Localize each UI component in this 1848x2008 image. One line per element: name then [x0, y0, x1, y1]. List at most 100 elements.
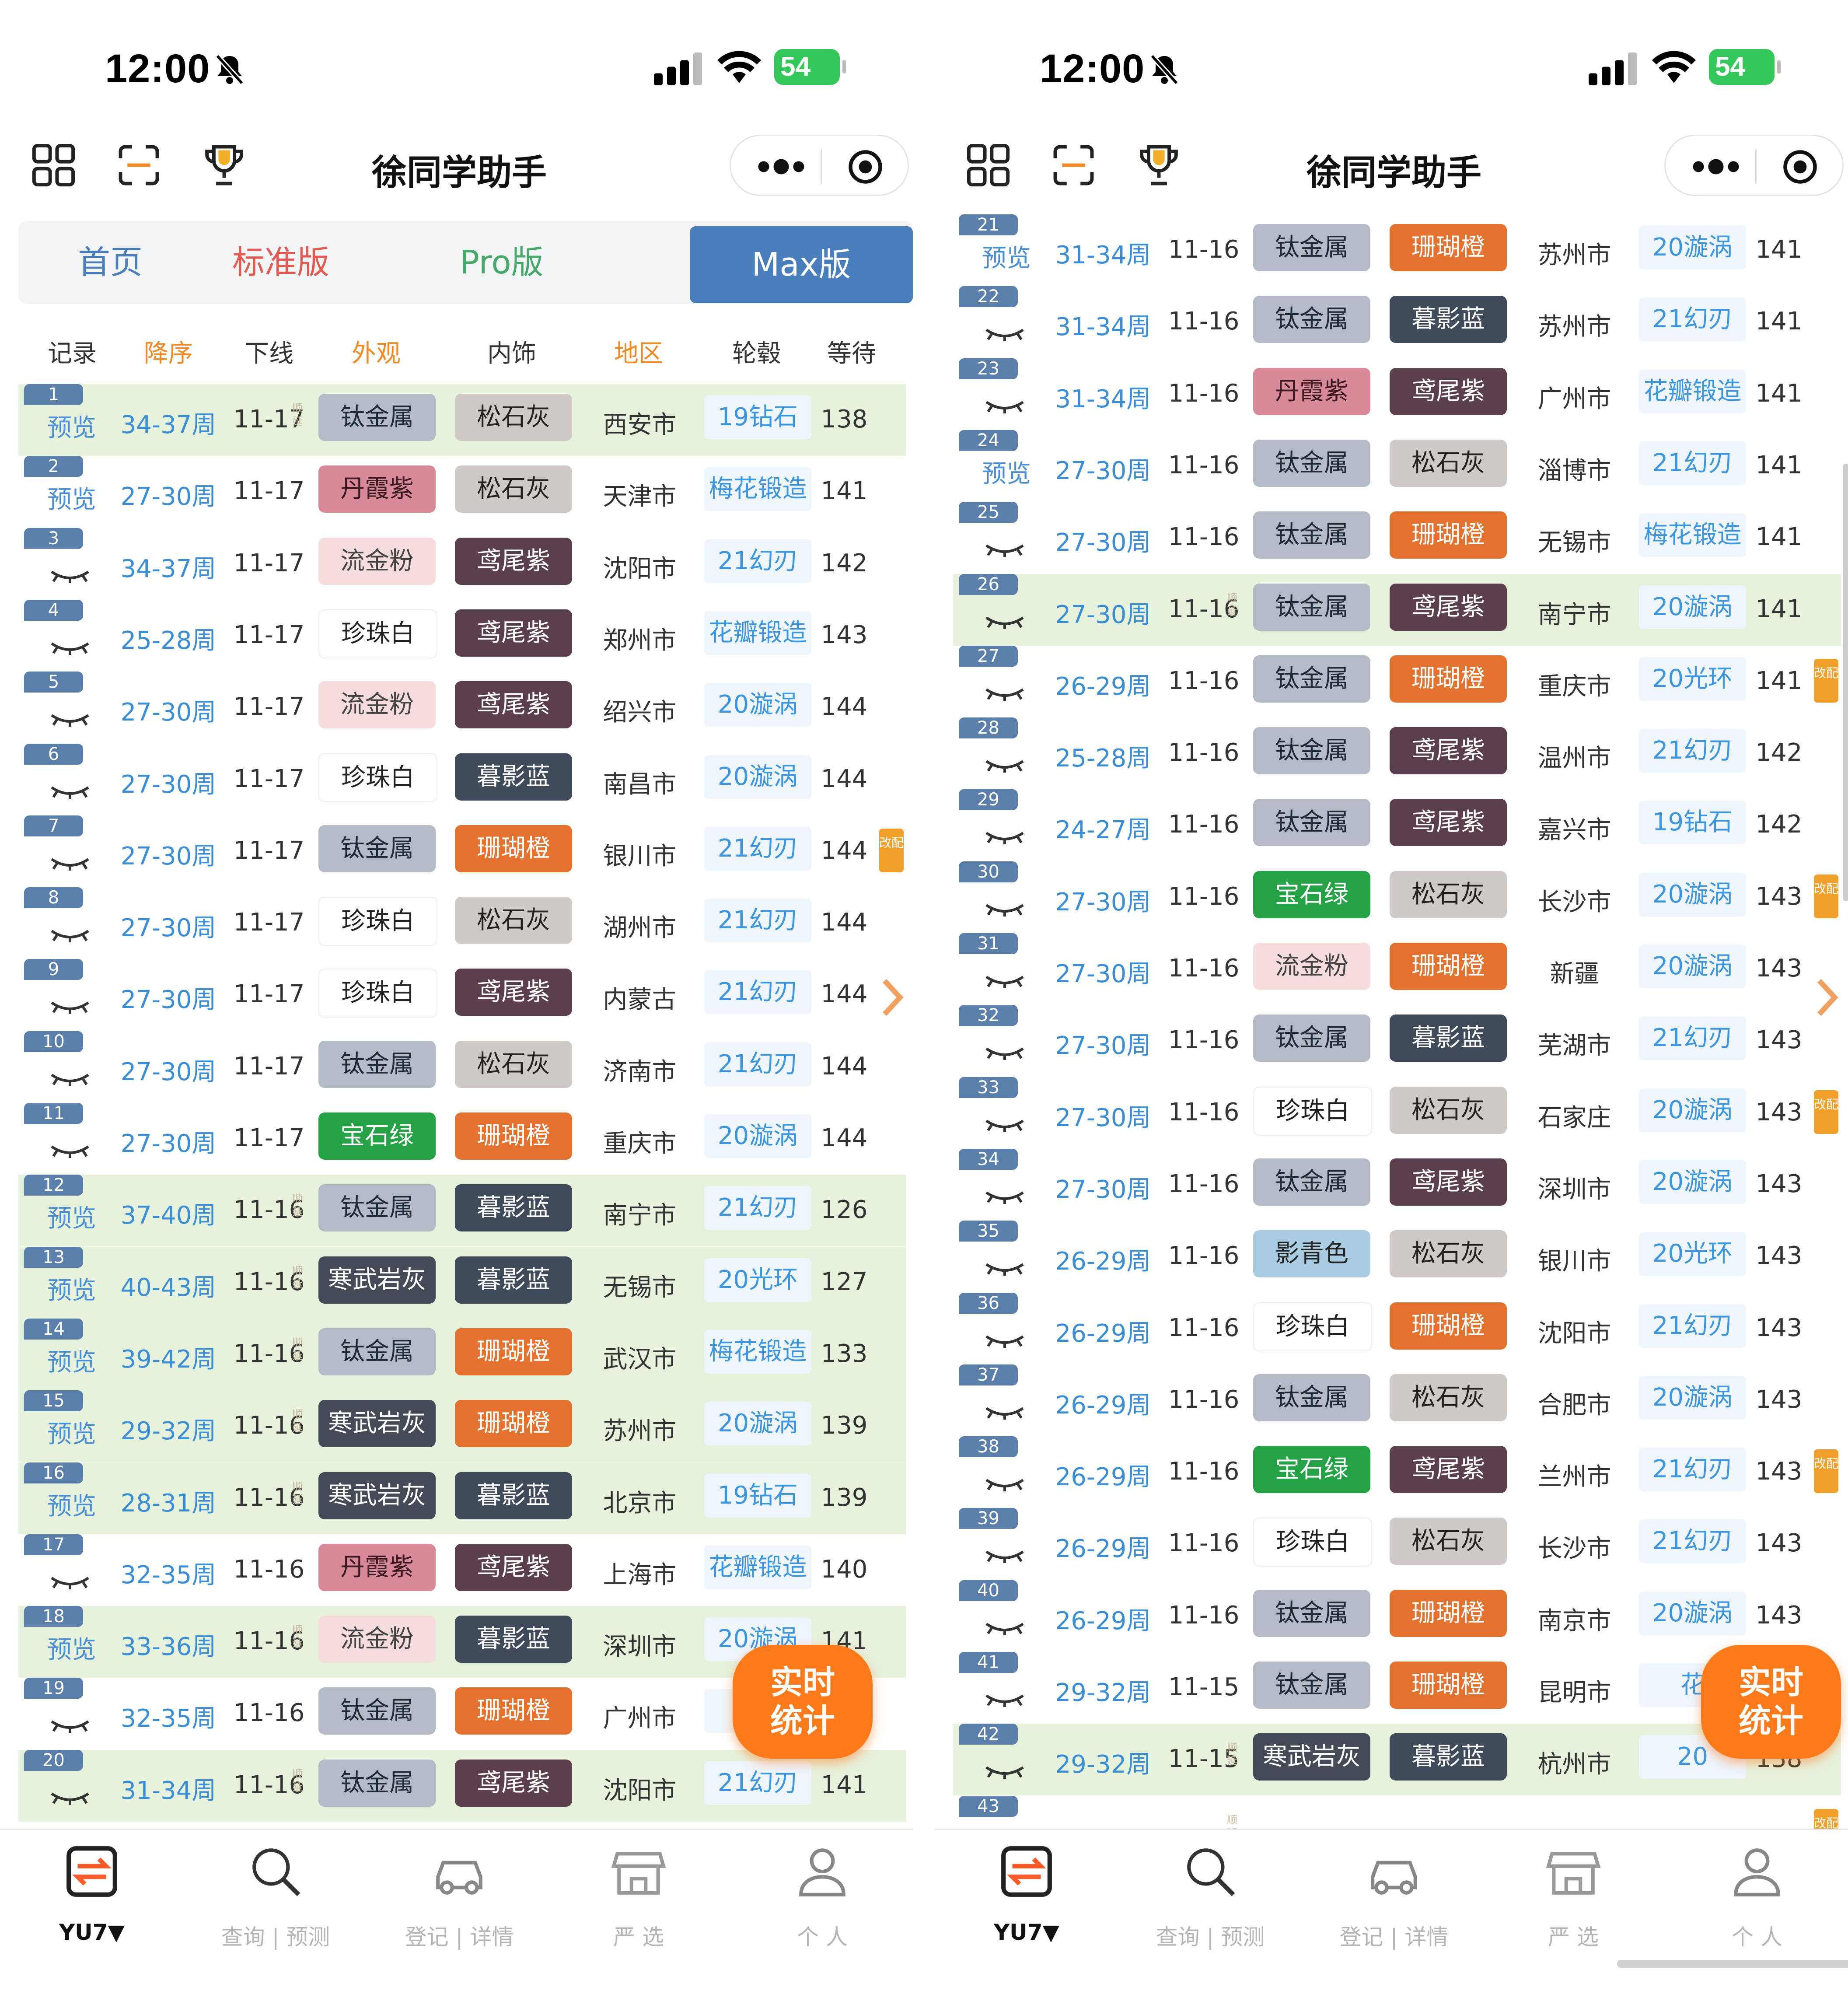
table-row[interactable]: 27 26-29周 11-16 钛金属 珊瑚橙 重庆市 20光环 141 改配: [935, 645, 1848, 717]
closed-eye-icon[interactable]: [983, 325, 1027, 342]
closed-eye-icon[interactable]: [983, 1187, 1027, 1205]
tabbar-item-car[interactable]: 登记 | 详情: [398, 1843, 521, 1987]
header-sort-desc[interactable]: 降序: [136, 334, 201, 369]
header-exterior[interactable]: 外观: [343, 334, 409, 369]
table-row[interactable]: 13 预览 40-43周 11-16 顺延 寒武岩灰 暮影蓝 无锡市 20光环 127: [0, 1246, 913, 1319]
table-row[interactable]: 26 27-30周 11-16 顺延 钛金属 鸢尾紫 南宁市 20漩涡 141: [935, 574, 1848, 646]
closed-eye-icon[interactable]: [48, 567, 92, 584]
table-row[interactable]: 8 27-30周 11-17 珍珠白 松石灰 湖州市 21幻刃 144: [0, 887, 913, 959]
preview-link[interactable]: 预览: [47, 1199, 96, 1234]
table-row[interactable]: 25 27-30周 11-16 钛金属 珊瑚橙 无锡市 梅花锻造 141: [935, 502, 1848, 574]
table-row[interactable]: 17 32-35周 11-16 丹霞紫 鸢尾紫 上海市 花瓣锻造 140: [0, 1534, 913, 1606]
closed-eye-icon[interactable]: [48, 1573, 92, 1590]
header-wait[interactable]: 等待: [819, 334, 884, 369]
table-row[interactable]: 31 27-30周 11-16 流金粉 珊瑚橙 新疆 20漩涡 143: [935, 933, 1848, 1005]
closed-eye-icon[interactable]: [983, 612, 1027, 630]
closed-eye-icon[interactable]: [48, 638, 92, 656]
table-row[interactable]: 2 预览 27-30周 11-17 丹霞紫 松石灰 天津市 梅花锻造 141: [0, 456, 913, 528]
tabbar-item-swap[interactable]: YU7▼: [31, 1843, 153, 1987]
closed-eye-icon[interactable]: [983, 828, 1027, 845]
realtime-stats-button[interactable]: 实时 统计: [1701, 1645, 1841, 1759]
table-row[interactable]: 24 预览 27-30周 11-16 钛金属 松石灰 淄博市 21幻刃 141: [935, 430, 1848, 502]
tabbar-item-swap[interactable]: YU7▼: [965, 1843, 1088, 1987]
closed-eye-icon[interactable]: [48, 710, 92, 728]
table-row[interactable]: 6 27-30周 11-17 珍珠白 暮影蓝 南昌市 20漩涡 144: [0, 743, 913, 815]
table-row[interactable]: 28 25-28周 11-16 钛金属 鸢尾紫 温州市 21幻刃 142: [935, 717, 1848, 789]
scrollbar[interactable]: [1843, 464, 1848, 901]
chevron-right-icon[interactable]: [879, 976, 905, 1019]
tabbar-item-store[interactable]: 严 选: [1512, 1843, 1635, 1987]
grid-icon[interactable]: [31, 142, 77, 188]
table-row[interactable]: 12 预览 37-40周 11-16 顺延 钛金属 暮影蓝 南宁市 21幻刃 126: [0, 1175, 913, 1247]
closed-eye-icon[interactable]: [48, 1716, 92, 1734]
header-region[interactable]: 地区: [606, 334, 671, 369]
table-row[interactable]: 1 预览 34-37周 11-17 顺延 钛金属 松石灰 西安市 19钻石 138: [0, 384, 913, 456]
trophy-icon[interactable]: [1136, 142, 1182, 188]
closed-eye-icon[interactable]: [983, 1043, 1027, 1061]
table-row[interactable]: 20 31-34周 11-16 顺延 钛金属 鸢尾紫 沈阳市 21幻刃 141: [0, 1749, 913, 1822]
closed-eye-icon[interactable]: [983, 540, 1027, 558]
closed-eye-icon[interactable]: [48, 926, 92, 943]
table-row[interactable]: 39 26-29周 11-16 珍珠白 松石灰 长沙市 21幻刃 143: [935, 1508, 1848, 1580]
scan-icon[interactable]: [116, 142, 162, 188]
preview-link[interactable]: 预览: [47, 1343, 96, 1378]
trophy-icon[interactable]: [201, 142, 247, 188]
table-row[interactable]: 15 预览 29-32周 11-16 顺延 寒武岩灰 珊瑚橙 苏州市 20漩涡 139: [0, 1390, 913, 1462]
scan-icon[interactable]: [1051, 142, 1097, 188]
table-row[interactable]: 40 26-29周 11-16 钛金属 珊瑚橙 南京市 20漩涡 143: [935, 1580, 1848, 1652]
table-row[interactable]: 14 预览 39-42周 11-16 顺延 钛金属 珊瑚橙 武汉市 梅花锻造 133: [0, 1318, 913, 1390]
chevron-right-icon[interactable]: [1814, 976, 1840, 1019]
closed-eye-icon[interactable]: [983, 1331, 1027, 1349]
header-wheel[interactable]: 轮毂: [724, 334, 790, 369]
tab-standard[interactable]: 标准版: [189, 221, 373, 304]
tabbar-item-search[interactable]: 查询 | 预测: [214, 1843, 337, 1987]
closed-eye-icon[interactable]: [983, 1619, 1027, 1636]
closed-eye-icon[interactable]: [983, 397, 1027, 414]
table-row[interactable]: 35 26-29周 11-16 影青色 松石灰 银川市 20光环 143: [935, 1221, 1848, 1292]
closed-eye-icon[interactable]: [983, 972, 1027, 989]
table-row[interactable]: 21 预览 31-34周 11-16 钛金属 珊瑚橙 苏州市 20漩涡 141: [935, 214, 1848, 286]
preview-link[interactable]: 预览: [47, 1414, 96, 1450]
header-offline[interactable]: 下线: [236, 334, 302, 369]
table-row[interactable]: 4 25-28周 11-17 珍珠白 鸢尾紫 郑州市 花瓣锻造 143: [0, 599, 913, 672]
closed-eye-icon[interactable]: [48, 782, 92, 800]
header-record[interactable]: 记录: [39, 334, 105, 369]
table-row[interactable]: 36 26-29周 11-16 珍珠白 珊瑚橙 沈阳市 21幻刃 143: [935, 1292, 1848, 1364]
tab-max[interactable]: Max版: [690, 226, 913, 303]
closed-eye-icon[interactable]: [983, 1259, 1027, 1277]
table-row[interactable]: 16 预览 28-31周 11-16 顺延 寒武岩灰 暮影蓝 北京市 19钻石 139: [0, 1462, 913, 1534]
closed-eye-icon[interactable]: [48, 997, 92, 1015]
closed-eye-icon[interactable]: [983, 1762, 1027, 1780]
preview-link[interactable]: 预览: [47, 1487, 96, 1522]
closed-eye-icon[interactable]: [983, 900, 1027, 917]
closed-eye-icon[interactable]: [983, 1546, 1027, 1564]
table-row[interactable]: 5 27-30周 11-17 流金粉 鸢尾紫 绍兴市 20漩涡 144: [0, 672, 913, 743]
preview-link[interactable]: 预览: [47, 480, 96, 515]
closed-eye-icon[interactable]: [983, 684, 1027, 702]
closed-eye-icon[interactable]: [983, 1116, 1027, 1133]
close-target-icon[interactable]: [847, 148, 884, 185]
table-row[interactable]: 34 27-30周 11-16 钛金属 鸢尾紫 深圳市 20漩涡 143: [935, 1148, 1848, 1221]
preview-link[interactable]: 预览: [47, 1630, 96, 1665]
grid-icon[interactable]: [965, 142, 1011, 188]
table-row[interactable]: 7 27-30周 11-17 钛金属 珊瑚橙 银川市 21幻刃 144 改配: [0, 815, 913, 887]
table-row[interactable]: 11 27-30周 11-17 宝石绿 珊瑚橙 重庆市 20漩涡 144: [0, 1103, 913, 1175]
tab-home[interactable]: 首页: [18, 221, 202, 304]
closed-eye-icon[interactable]: [48, 1788, 92, 1806]
table-row[interactable]: 38 26-29周 11-16 宝石绿 鸢尾紫 兰州市 21幻刃 143 改配: [935, 1436, 1848, 1508]
close-target-icon[interactable]: [1782, 148, 1819, 185]
table-row[interactable]: 37 26-29周 11-16 钛金属 松石灰 合肥市 20漩涡 143: [935, 1364, 1848, 1436]
preview-link[interactable]: 预览: [47, 408, 96, 444]
tabbar-item-store[interactable]: 严 选: [577, 1843, 700, 1987]
more-icon[interactable]: [1692, 151, 1740, 182]
preview-link[interactable]: 预览: [982, 454, 1031, 490]
closed-eye-icon[interactable]: [48, 854, 92, 871]
realtime-stats-button[interactable]: 实时 统计: [733, 1645, 873, 1759]
table-row[interactable]: 33 27-30周 11-16 珍珠白 松石灰 石家庄 20漩涡 143 改配: [935, 1077, 1848, 1149]
table-row[interactable]: 9 27-30周 11-17 珍珠白 鸢尾紫 内蒙古 21幻刃 144: [0, 959, 913, 1031]
table-row[interactable]: 3 34-37周 11-17 流金粉 鸢尾紫 沈阳市 21幻刃 142: [0, 528, 913, 600]
table-row[interactable]: 22 31-34周 11-16 钛金属 暮影蓝 苏州市 21幻刃 141: [935, 286, 1848, 358]
table-row[interactable]: 30 27-30周 11-16 宝石绿 松石灰 长沙市 20漩涡 143 改配: [935, 861, 1848, 933]
header-interior[interactable]: 内饰: [479, 334, 545, 369]
closed-eye-icon[interactable]: [983, 1690, 1027, 1708]
